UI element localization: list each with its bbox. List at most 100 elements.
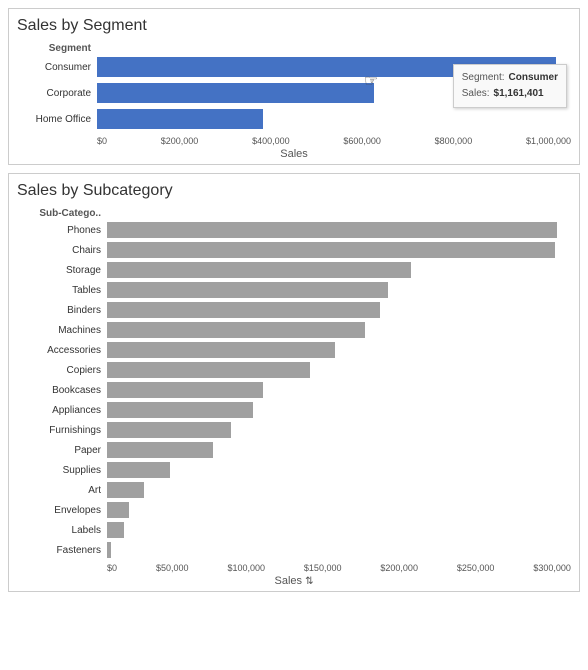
tooltip-segment-value: Consumer [509,70,558,86]
subcat-bar-container [107,242,571,258]
subcat-bar[interactable] [107,242,555,258]
subcat-bar-row: Machines [17,321,571,339]
subcat-bar-container [107,442,571,458]
segment-bar[interactable] [97,109,263,129]
subcat-bar-row: Supplies [17,461,571,479]
subcat-bar[interactable] [107,382,263,398]
subcat-bar-container [107,262,571,278]
subcat-bar-row: Binders [17,301,571,319]
subcat-bar-container [107,482,571,498]
segment-x-tick: $0 [97,136,107,146]
sales-by-subcategory-section: Sales by Subcategory Sub-Catego.. Phones… [8,173,580,592]
subcat-x-tick: $300,000 [533,563,571,573]
subcat-bar-row: Copiers [17,361,571,379]
segment-bar[interactable] [97,83,374,103]
tooltip-sales-value: $1,161,401 [494,86,544,102]
segment-bar-row: Home Office [17,108,571,130]
subcat-bar-label: Supplies [17,465,107,476]
subcat-bar[interactable] [107,442,213,458]
segment-x-tick: $400,000 [252,136,290,146]
subcat-x-tick: $50,000 [156,563,189,573]
subcat-bar-row: Chairs [17,241,571,259]
subcat-bar-row: Envelopes [17,501,571,519]
segment-bar-label: Consumer [17,62,97,73]
subcat-bar[interactable] [107,302,380,318]
subcat-bar-label: Furnishings [17,425,107,436]
subcat-bar[interactable] [107,462,170,478]
subcat-header: Sub-Catego.. [17,208,571,219]
subcat-bar[interactable] [107,222,557,238]
subcat-bar[interactable] [107,362,310,378]
subcat-bar-container [107,362,571,378]
subcat-bar-label: Bookcases [17,385,107,396]
subcat-bar[interactable] [107,402,253,418]
subcat-bar-row: Accessories [17,341,571,359]
subcat-bar[interactable] [107,322,365,338]
subcat-bar-container [107,502,571,518]
subcat-bar-label: Storage [17,265,107,276]
subcat-x-axis-labels: $0$50,000$100,000$150,000$200,000$250,00… [107,563,571,573]
subcat-x-tick: $200,000 [380,563,418,573]
subcat-bar-container [107,522,571,538]
subcat-bar[interactable] [107,482,144,498]
segment-chart-title: Sales by Segment [17,17,571,35]
subcat-bar-container [107,462,571,478]
subcat-bar-label: Fasteners [17,545,107,556]
subcat-x-axis: $0$50,000$100,000$150,000$200,000$250,00… [107,563,571,573]
subcat-bar-container [107,222,571,238]
subcat-bar[interactable] [107,502,129,518]
subcat-bar-label: Tables [17,285,107,296]
subcategory-chart: Sub-Catego.. Phones Chairs Storage Table… [17,208,571,587]
subcat-bar-row: Paper [17,441,571,459]
segment-x-tick: $800,000 [435,136,473,146]
subcat-bar-container [107,402,571,418]
subcat-bar-label: Chairs [17,245,107,256]
subcat-bar-row: Art [17,481,571,499]
subcat-bar-row: Bookcases [17,381,571,399]
tooltip-sales-key: Sales: [462,86,490,102]
subcat-bar-label: Labels [17,525,107,536]
subcat-x-tick: $150,000 [304,563,342,573]
segment-y-axis-label: Segment [17,43,97,54]
subcat-bar-container [107,322,571,338]
segment-x-axis: $0$200,000$400,000$600,000$800,000$1,000… [97,136,571,146]
subcat-bar-row: Storage [17,261,571,279]
segment-x-axis-title: Sales [17,148,571,160]
subcat-x-tick: $0 [107,563,117,573]
subcat-x-axis-title: Sales ⇅ [17,575,571,587]
tooltip-segment-row: Segment: Consumer [462,70,558,86]
subcat-bar[interactable] [107,262,411,278]
segment-x-tick: $1,000,000 [526,136,571,146]
subcategory-chart-title: Sales by Subcategory [17,182,571,200]
subcat-bar-container [107,282,571,298]
sort-icon[interactable]: ⇅ [305,576,313,587]
segment-bar-label: Corporate [17,88,97,99]
segment-bar-container [97,109,571,129]
subcat-bar-label: Binders [17,305,107,316]
subcat-bar[interactable] [107,522,124,538]
subcat-bar[interactable] [107,342,335,358]
subcat-bar[interactable] [107,422,231,438]
subcat-bar-row: Phones [17,221,571,239]
subcat-bar-label: Appliances [17,405,107,416]
segment-x-tick: $600,000 [343,136,381,146]
subcat-bar-row: Appliances [17,401,571,419]
sales-by-segment-section: Sales by Segment Segment Consumer Corpor… [8,8,580,165]
subcat-bar-label: Accessories [17,345,107,356]
subcat-x-title-text: Sales [275,575,303,587]
subcat-bar-container [107,382,571,398]
subcat-bar[interactable] [107,542,111,558]
subcat-bar-container [107,542,571,558]
subcat-bar[interactable] [107,282,388,298]
segment-bar-area-header [97,43,571,54]
segment-header: Segment [17,43,571,54]
tooltip-segment-key: Segment: [462,70,505,86]
subcat-bar-label: Machines [17,325,107,336]
subcat-bar-label: Copiers [17,365,107,376]
subcat-bar-container [107,302,571,318]
subcat-bars-container: Phones Chairs Storage Tables Binders Mac… [17,221,571,561]
subcat-bar-container [107,422,571,438]
subcat-bar-label: Paper [17,445,107,456]
subcat-y-axis-label: Sub-Catego.. [17,208,107,219]
subcat-bar-row: Tables [17,281,571,299]
